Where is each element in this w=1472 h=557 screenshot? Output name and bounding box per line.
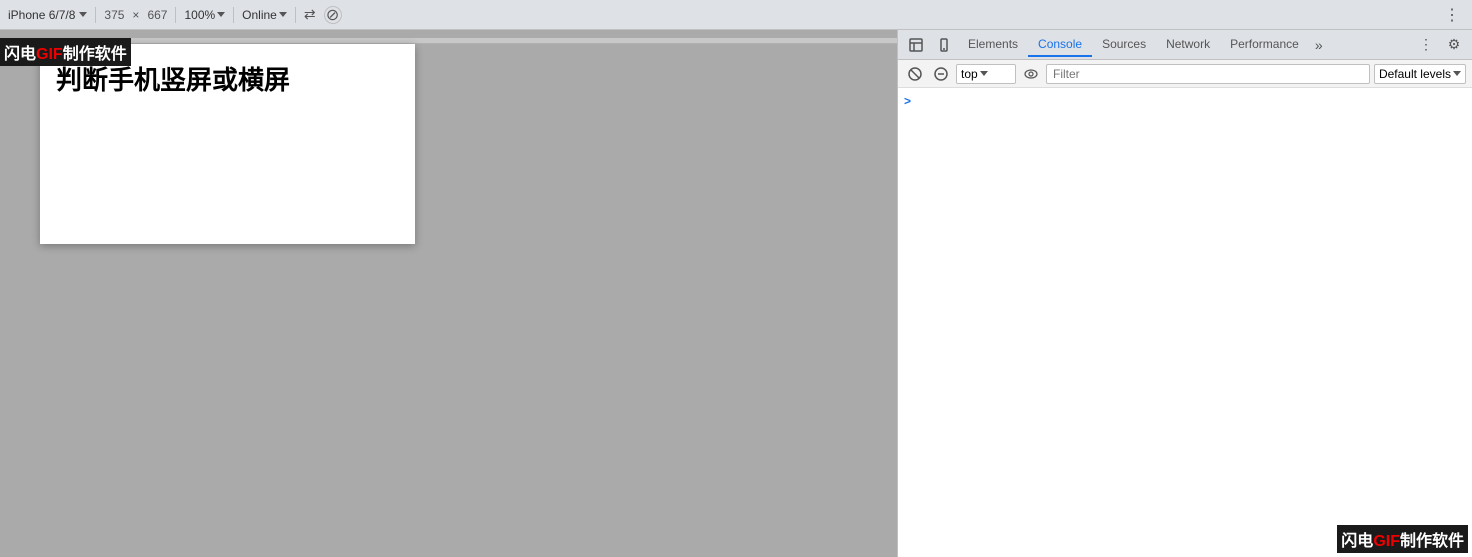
- wm-br-gif: GIF: [1373, 533, 1400, 550]
- console-prompt-arrow: >: [904, 94, 911, 108]
- mobile-frame: 判断手机竖屏或横屏: [40, 44, 415, 244]
- toolbar-separator-4: [295, 7, 296, 23]
- console-eye-button[interactable]: [1020, 63, 1042, 85]
- tab-elements[interactable]: Elements: [958, 33, 1028, 57]
- watermark-bottom-right: 闪电GIF制作软件: [1337, 525, 1468, 553]
- watermark-prefix: 闪电: [4, 46, 36, 63]
- toolbar-separator-1: [95, 7, 96, 23]
- rotate-icon[interactable]: ⇄: [304, 6, 316, 23]
- online-chevron-icon: [279, 12, 287, 17]
- main-area: 闪电GIF制作软件 判断手机竖屏或横屏: [0, 30, 1472, 557]
- devtools-inspect-icon[interactable]: [902, 31, 930, 59]
- no-throttle-icon[interactable]: ⊘: [324, 6, 342, 24]
- zoom-selector[interactable]: 100%: [184, 8, 225, 22]
- console-prompt-line[interactable]: >: [904, 92, 1466, 110]
- toolbar-more-button[interactable]: ⋮: [1440, 5, 1464, 25]
- devtools-tabs-bar: Elements Console Sources Network Perform…: [898, 30, 1472, 60]
- tab-sources[interactable]: Sources: [1092, 33, 1156, 57]
- viewport-height: 667: [147, 8, 167, 22]
- context-selector[interactable]: top: [956, 64, 1016, 84]
- devtools-tabs-more[interactable]: »: [1309, 37, 1329, 53]
- viewport-area: 闪电GIF制作软件 判断手机竖屏或横屏: [0, 30, 897, 557]
- default-levels-selector[interactable]: Default levels: [1374, 64, 1466, 84]
- filter-input[interactable]: [1046, 64, 1370, 84]
- toolbar-separator-2: [175, 7, 176, 23]
- devtools-more-options-icon[interactable]: ⋮: [1412, 31, 1440, 59]
- dimension-x: ×: [132, 8, 139, 22]
- viewport-width: 375: [104, 8, 124, 22]
- console-body: > 闪电GIF制作软件: [898, 88, 1472, 557]
- toolbar-separator-3: [233, 7, 234, 23]
- zoom-level: 100%: [184, 8, 215, 22]
- wm-br-suffix: 制作软件: [1400, 533, 1464, 550]
- zoom-chevron-icon: [217, 12, 225, 17]
- console-clear-button[interactable]: [904, 63, 926, 85]
- tab-console[interactable]: Console: [1028, 33, 1092, 57]
- default-levels-label: Default levels: [1379, 67, 1451, 81]
- watermark-gif: GIF: [36, 46, 63, 63]
- context-label: top: [961, 67, 978, 81]
- default-levels-chevron-icon: [1453, 71, 1461, 76]
- devtools-panel: Elements Console Sources Network Perform…: [897, 30, 1472, 557]
- device-chevron-icon: [79, 12, 87, 17]
- watermark-suffix: 制作软件: [63, 46, 127, 63]
- online-status: Online: [242, 8, 277, 22]
- context-chevron-icon: [980, 71, 988, 76]
- console-no-filter-icon[interactable]: [930, 63, 952, 85]
- devtools-settings-icon[interactable]: ⚙: [1440, 31, 1468, 59]
- tab-network[interactable]: Network: [1156, 33, 1220, 57]
- online-selector[interactable]: Online: [242, 8, 287, 22]
- device-name: iPhone 6/7/8: [8, 8, 75, 22]
- devtools-device-icon[interactable]: [930, 31, 958, 59]
- watermark-top-left: 闪电GIF制作软件: [0, 38, 131, 66]
- browser-toolbar: iPhone 6/7/8 375 × 667 100% Online ⇄ ⊘ ⋮: [0, 0, 1472, 30]
- device-selector[interactable]: iPhone 6/7/8: [8, 8, 87, 22]
- tab-performance[interactable]: Performance: [1220, 33, 1309, 57]
- wm-br-prefix: 闪电: [1341, 533, 1373, 550]
- console-toolbar: top Default levels: [898, 60, 1472, 88]
